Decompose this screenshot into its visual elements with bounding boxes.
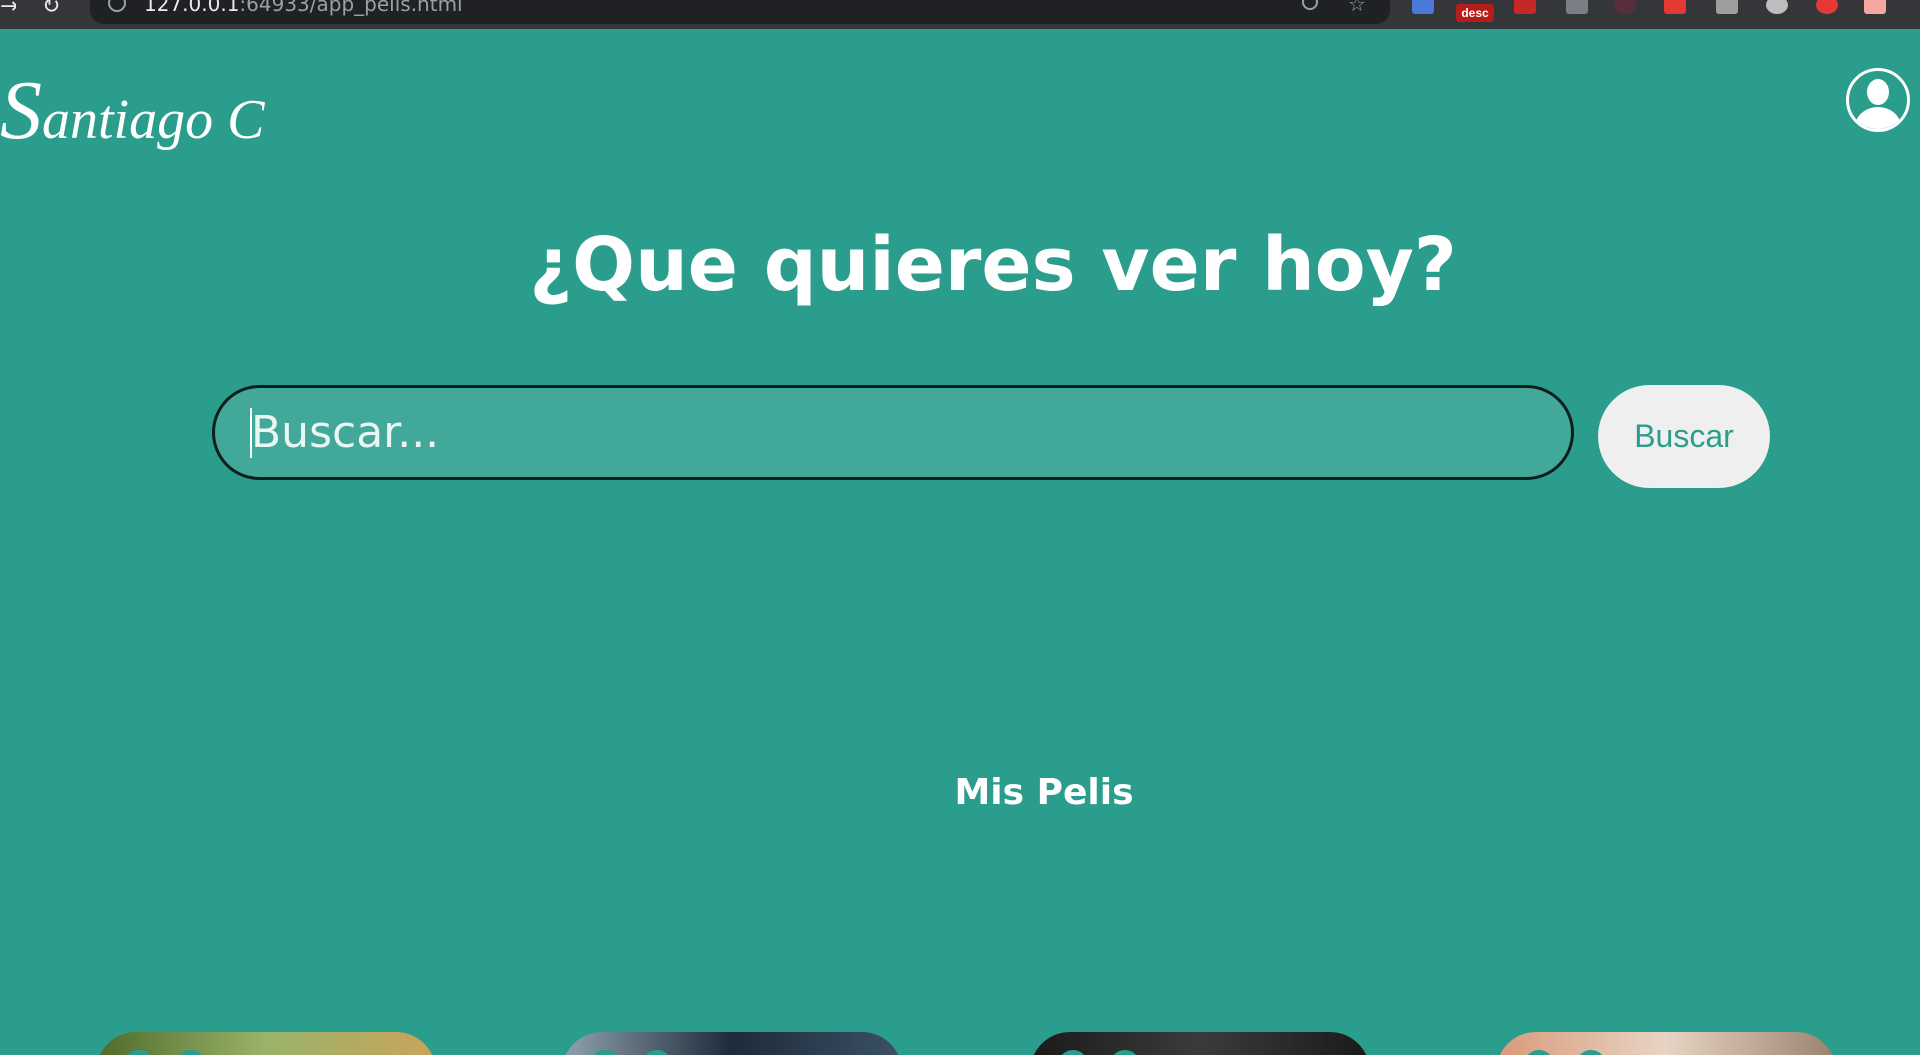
photo-icon[interactable] [1864,0,1886,14]
poster-3-action-icon-2[interactable] [1110,1050,1140,1055]
site-info-icon[interactable] [108,0,126,12]
url-host: 127.0.0.1 [144,0,240,16]
section-title-mis-pelis: Mis Pelis [954,772,1134,813]
poster-1-action-icon-2[interactable] [176,1050,206,1055]
movie-poster-1[interactable] [96,1032,436,1055]
bookmark-star-icon[interactable]: ☆ [1348,0,1366,16]
address-bar[interactable]: 127.0.0.1:64933/app_pelis.html ☆ [90,0,1390,24]
text-caret [250,408,252,458]
browser-toolbar: → ↻ 127.0.0.1:64933/app_pelis.html ☆ des… [0,0,1920,29]
poster-2-action-icon-2[interactable] [642,1050,672,1055]
movie-poster-3[interactable] [1030,1032,1370,1055]
poster-4-action-icon-2[interactable] [1576,1050,1606,1055]
adblock-icon[interactable] [1664,0,1686,14]
page-headline: ¿Que quieres ver hoy? [529,222,1457,308]
k-icon[interactable] [1614,0,1636,14]
movie-poster-2[interactable] [562,1032,902,1055]
desc-extension-icon[interactable]: desc [1456,4,1494,22]
translate-icon[interactable] [1412,0,1434,14]
pin-icon[interactable] [1816,0,1838,14]
poster-3-action-icon[interactable] [1058,1050,1088,1055]
logo-text: antiago C [42,89,265,151]
forward-icon[interactable]: → [0,0,16,20]
pdf-icon[interactable] [1514,0,1536,14]
search-button[interactable]: Buscar [1598,385,1770,488]
gear-icon[interactable] [1766,0,1788,14]
movie-poster-4[interactable] [1496,1032,1836,1055]
url-path: :64933/app_pelis.html [239,0,463,16]
user-icon-head [1867,79,1889,105]
site-logo[interactable]: Santiago C [0,66,264,165]
address-url[interactable]: 127.0.0.1:64933/app_pelis.html [144,0,463,16]
poster-2-action-icon[interactable] [590,1050,620,1055]
zoom-icon[interactable] [1302,0,1318,10]
shield-icon[interactable] [1716,0,1738,14]
poster-4-action-icon[interactable] [1524,1050,1554,1055]
reload-icon[interactable]: ↻ [42,0,60,20]
search-input[interactable] [212,385,1574,480]
logo-initial: S [0,64,42,157]
puzzle-icon[interactable] [1566,0,1588,14]
user-icon[interactable] [1846,68,1910,132]
user-icon-shoulders [1855,107,1901,129]
poster-1-action-icon[interactable] [124,1050,154,1055]
